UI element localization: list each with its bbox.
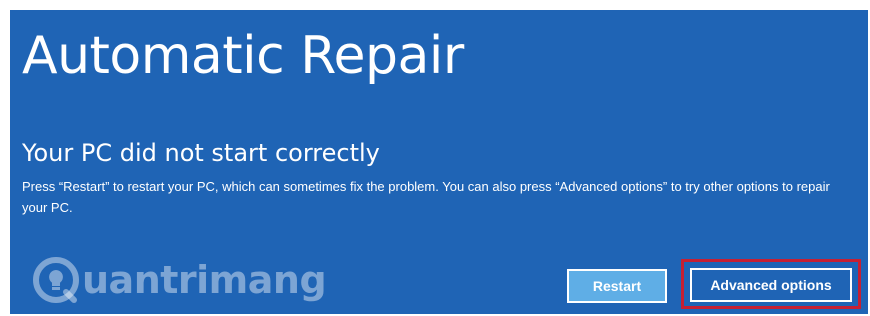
watermark: uantrimang: [32, 250, 327, 310]
watermark-text: uantrimang: [82, 258, 327, 302]
page-title: Automatic Repair: [22, 26, 464, 86]
automatic-repair-screen: Automatic Repair Your PC did not start c…: [10, 10, 868, 314]
error-description: Press “Restart” to restart your PC, whic…: [22, 179, 830, 215]
quantrimang-logo-icon: [33, 257, 79, 303]
restart-button[interactable]: Restart: [567, 269, 667, 303]
error-heading: Your PC did not start correctly: [22, 139, 380, 167]
advanced-options-button[interactable]: Advanced options: [690, 268, 852, 302]
